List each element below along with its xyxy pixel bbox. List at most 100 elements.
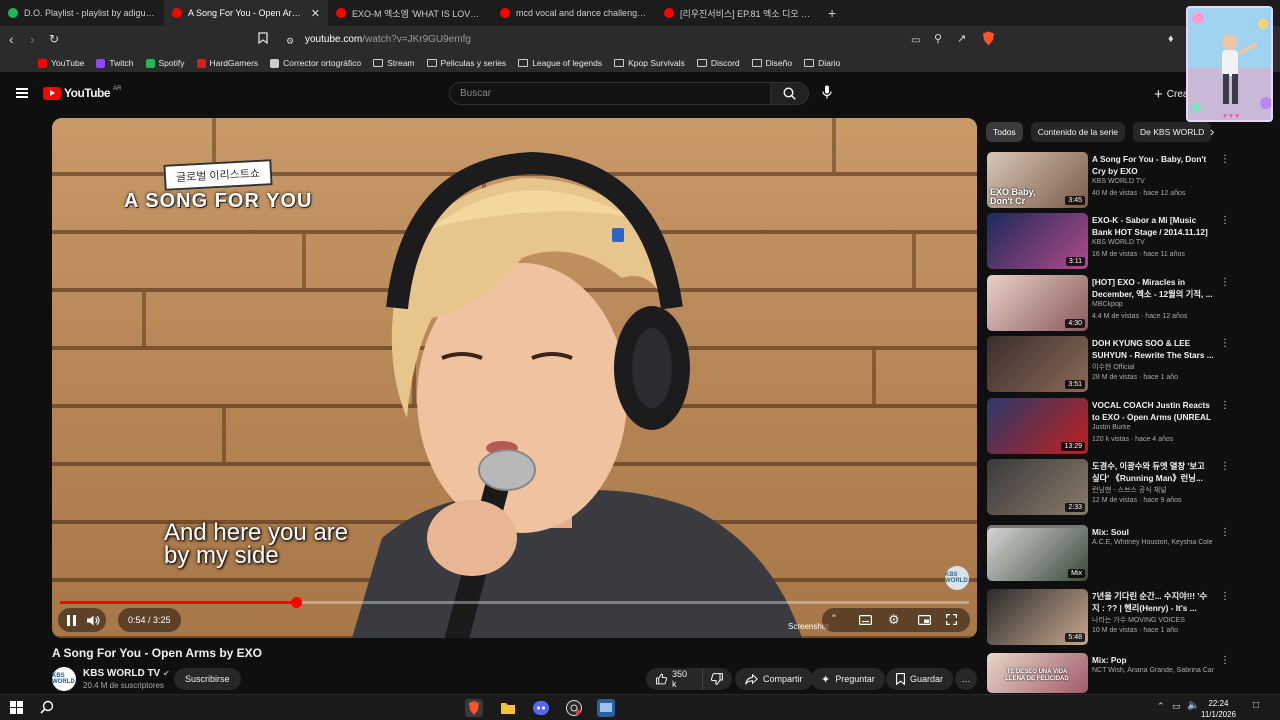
recommendation-item[interactable]: TE DESEO UNA VIDA LLENA DE FELICIDAD Mix:… <box>987 653 1230 693</box>
recommendation-channel[interactable]: 이수현 Official <box>1092 362 1214 372</box>
video-thumbnail[interactable]: 5:48 <box>987 589 1088 645</box>
recommendation-item[interactable]: 13:29 VOCAL COACH Justin Reacts to EXO - … <box>987 398 1230 454</box>
browser-tab[interactable]: EXO-M 엑소엠 'WHAT IS LOVE' MV ( <box>328 0 492 26</box>
video-thumbnail[interactable]: TE DESEO UNA VIDA LLENA DE FELICIDAD <box>987 653 1088 693</box>
video-thumbnail[interactable]: EXO Baby, Don't Cr 3:45 <box>987 152 1088 208</box>
search-taskbar-icon[interactable] <box>40 700 54 717</box>
recommendation-channel[interactable]: NCT Wish, Ariana Grande, Sabrina Carpe..… <box>1092 667 1214 674</box>
fullscreen-button[interactable] <box>945 613 958 628</box>
network-icon[interactable]: ▭ <box>1172 701 1181 712</box>
bookmark-item[interactable]: League of legends <box>518 58 602 68</box>
notifications-icon[interactable]: □ <box>1253 700 1259 711</box>
recommendation-item[interactable]: 5:48 7년을 기다린 순간... 수지야!!! '수지 : ?? | 헨리(H… <box>987 589 1230 645</box>
speaker-icon[interactable]: 🔈 <box>1187 700 1199 711</box>
video-thumbnail[interactable]: 2:33 <box>987 459 1088 515</box>
browser-tab[interactable]: D.O. Playlist - playlist by adiguna dan <box>0 0 164 26</box>
chevron-right-icon[interactable]: › <box>1210 124 1214 139</box>
video-thumbnail[interactable]: Mix <box>987 525 1088 581</box>
site-info-icon[interactable]: ⚙ <box>286 34 294 48</box>
more-options-icon[interactable]: ⋮ <box>1220 461 1230 472</box>
menu-icon[interactable] <box>16 88 28 98</box>
save-button[interactable]: Guardar <box>886 668 954 690</box>
system-clock[interactable]: 22:24 11/1/2026 <box>1201 698 1236 720</box>
subtitles-button[interactable] <box>859 614 873 628</box>
recommendation-channel[interactable]: MBCkpop <box>1092 301 1214 308</box>
brave-shield-icon[interactable] <box>982 31 995 48</box>
more-options-icon[interactable]: ⋮ <box>1220 591 1230 602</box>
miniplayer-button[interactable] <box>918 614 932 628</box>
more-options-icon[interactable]: ⋮ <box>1220 277 1230 288</box>
bookmark-item[interactable]: Kpop Survivals <box>614 58 685 68</box>
more-options-icon[interactable]: ⋮ <box>1220 154 1230 165</box>
channel-watermark[interactable]: KBS WORLD <box>945 566 969 590</box>
more-options-icon[interactable]: ⋮ <box>1220 527 1230 538</box>
reload-icon[interactable]: ↻ <box>49 32 59 46</box>
chevron-up-icon[interactable]: ⌃ <box>1157 701 1165 712</box>
recommendation-item[interactable]: Mix Mix: Soul A.C.E, Whitney Houston, Keys… <box>987 525 1230 581</box>
close-tab-icon[interactable]: ✕ <box>311 7 320 20</box>
dislike-button[interactable] <box>702 668 732 690</box>
settings-button[interactable]: ⚙ <box>888 612 900 628</box>
search-input[interactable]: Buscar <box>449 82 771 105</box>
share-icon[interactable]: ↗ <box>957 32 966 46</box>
channel-avatar[interactable]: KBS WORLD <box>52 667 76 691</box>
bookmark-item[interactable]: Diseño <box>751 58 792 68</box>
video-player[interactable]: 글로벌 이리스트쇼 A SONG FOR YOU And here you ar… <box>52 118 977 638</box>
more-options-icon[interactable]: ⋮ <box>1220 338 1230 349</box>
video-thumbnail[interactable]: 3:51 <box>987 336 1088 392</box>
bookmark-item[interactable]: Diario <box>804 58 840 68</box>
channel-name[interactable]: KBS WORLD TV ✔ <box>83 668 170 679</box>
bookmark-icon[interactable] <box>258 32 268 46</box>
recommendation-title[interactable]: 도경수, 이광수와 듀엣 열창 '보고 싶다' 《Running Man》런닝.… <box>1092 460 1214 484</box>
windows-start-icon[interactable] <box>10 701 23 717</box>
recommendation-channel[interactable]: A.C.E, Whitney Houston, Keyshia Cole y .… <box>1092 539 1214 546</box>
recommendation-channel[interactable]: 나라는 가수 MOVING VOICES <box>1092 615 1214 625</box>
browser-tab[interactable]: A Song For You - Open Arms by ✕ <box>164 0 328 26</box>
forward-icon[interactable]: › <box>30 32 35 46</box>
recommendation-title[interactable]: Mix: Pop <box>1092 654 1214 666</box>
bookmark-item[interactable]: Twitch <box>96 58 134 68</box>
subscribe-button[interactable]: Suscribirse <box>174 668 241 690</box>
filter-chip[interactable]: Todos <box>986 122 1023 142</box>
browser-tab[interactable]: mcd vocal and dance challenges - Yo <box>492 0 656 26</box>
bookmark-item[interactable]: HardGamers <box>196 58 258 68</box>
browser-tab[interactable]: [리우진서비스] EP.81 엑소 디오 | EXO <box>656 0 820 26</box>
recommendation-channel[interactable]: Justin Burke <box>1092 424 1214 431</box>
video-thumbnail[interactable]: 3:11 <box>987 213 1088 269</box>
extensions-icon[interactable]: ♦ <box>1168 32 1174 46</box>
bookmark-item[interactable]: Stream <box>373 58 415 68</box>
recommendation-item[interactable]: EXO Baby, Don't Cr 3:45 A Song For You - B… <box>987 152 1230 208</box>
bookmark-item[interactable]: Peliculas y series <box>426 58 506 68</box>
volume-button[interactable] <box>82 615 104 626</box>
recommendation-item[interactable]: 3:11 EXO-K - Sabor a Mi [Music Bank HOT S… <box>987 213 1230 269</box>
share-button[interactable]: Compartir <box>735 668 813 690</box>
recommendation-item[interactable]: 3:51 DOH KYUNG SOO & LEE SUHYUN - Rewrite… <box>987 336 1230 392</box>
recommendation-title[interactable]: VOCAL COACH Justin Reacts to EXO - Open … <box>1092 399 1214 423</box>
recommendation-title[interactable]: EXO-K - Sabor a Mi [Music Bank HOT Stage… <box>1092 214 1214 238</box>
recommendation-channel[interactable]: KBS WORLD TV <box>1092 239 1214 246</box>
bookmark-item[interactable]: Spotify <box>145 58 185 68</box>
recommendation-title[interactable]: 7년을 기다린 순간... 수지야!!! '수지 : ?? | 헨리(Henry… <box>1092 590 1214 614</box>
more-options-icon[interactable]: ⋮ <box>1220 215 1230 226</box>
recommendation-title[interactable]: Mix: Soul <box>1092 526 1214 538</box>
more-options-icon[interactable]: ⋮ <box>1220 655 1230 666</box>
voice-search-button[interactable] <box>822 85 832 102</box>
recommendation-channel[interactable]: KBS WORLD TV <box>1092 178 1214 185</box>
picture-in-picture-window[interactable]: ♥ ♥ ♥ <box>1186 6 1273 122</box>
filter-chip[interactable]: De KBS WORLD <box>1133 122 1212 142</box>
pause-button[interactable] <box>60 614 82 626</box>
more-options-icon[interactable]: ⋮ <box>1220 400 1230 411</box>
like-button[interactable]: 350 k <box>646 668 702 690</box>
bookmark-item[interactable]: Discord <box>696 58 740 68</box>
file-explorer-icon[interactable] <box>499 699 517 717</box>
quote-icon[interactable]: ” <box>832 613 836 625</box>
zoom-icon[interactable]: ⚲ <box>934 32 942 46</box>
youtube-logo[interactable]: YouTube AR <box>43 86 121 100</box>
video-thumbnail[interactable]: 4:30 <box>987 275 1088 331</box>
search-button[interactable] <box>771 82 809 105</box>
bookmark-item[interactable]: YouTube <box>38 58 84 68</box>
cast-icon[interactable]: ▭ <box>911 34 920 48</box>
recommendation-title[interactable]: DOH KYUNG SOO & LEE SUHYUN - Rewrite The… <box>1092 337 1214 361</box>
more-actions-button[interactable]: … <box>955 668 977 690</box>
filter-chip[interactable]: Contenido de la serie <box>1030 122 1126 142</box>
